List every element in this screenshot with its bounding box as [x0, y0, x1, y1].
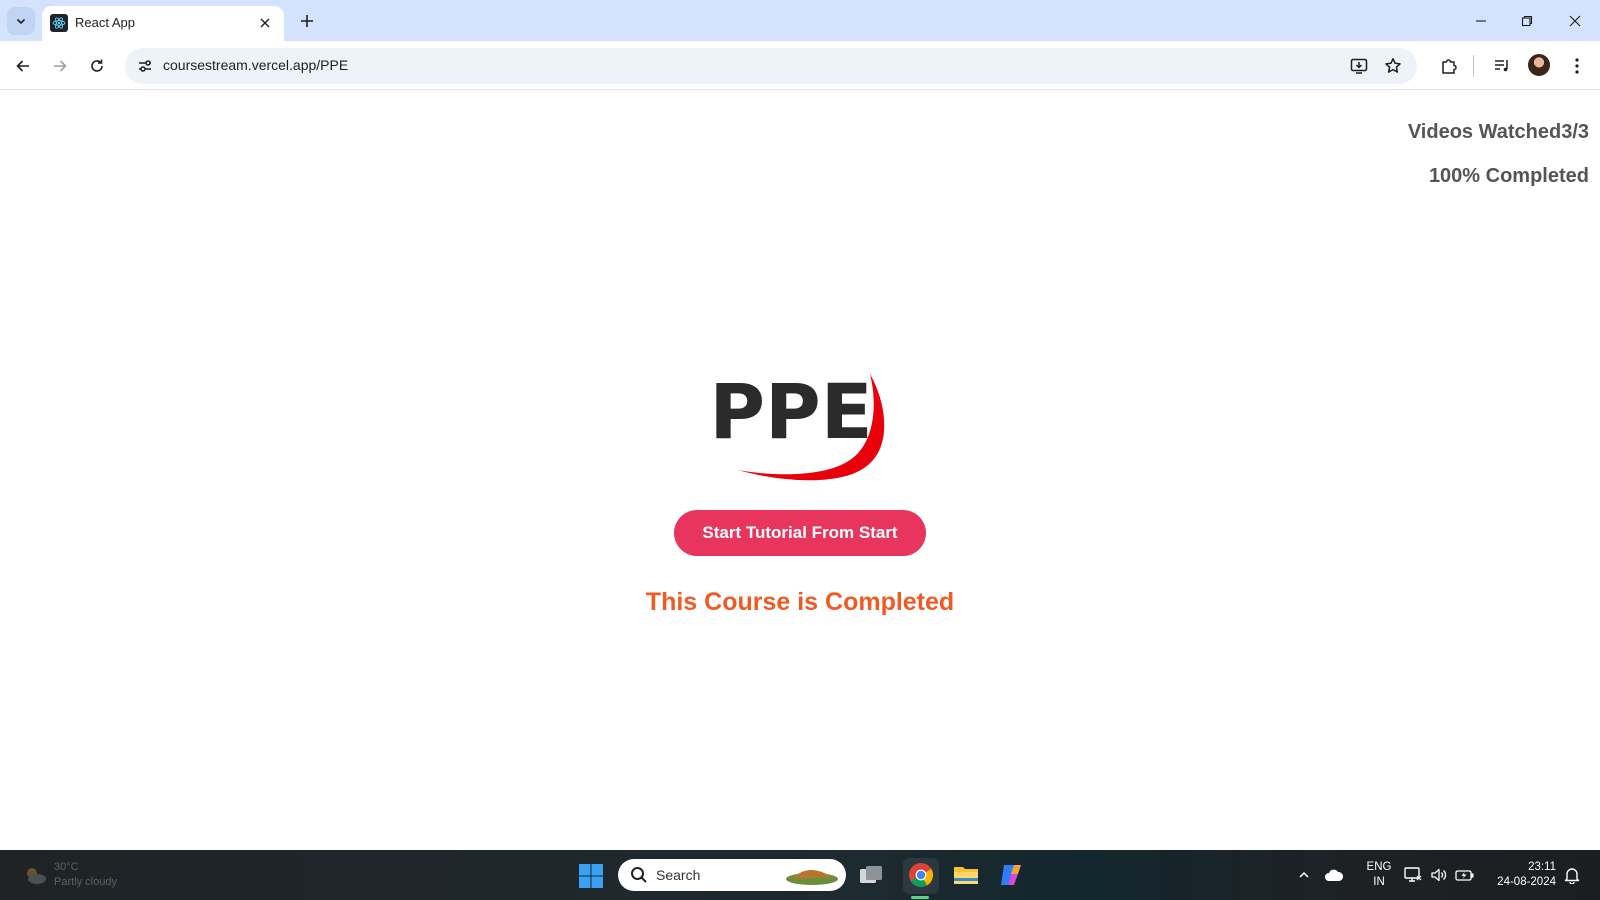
extensions-button[interactable] [1434, 51, 1464, 81]
clock-time: 23:11 [1528, 861, 1556, 873]
reload-button[interactable] [82, 51, 112, 81]
clock-date: 24-08-2024 [1497, 876, 1556, 888]
reload-icon [91, 59, 103, 72]
bell-icon [1564, 868, 1580, 884]
chrome-running-indicator [911, 896, 929, 899]
ppe-logo: PPE [709, 367, 885, 481]
restore-button[interactable] [1504, 6, 1550, 36]
task-view-icon [860, 866, 882, 883]
tab-search-button[interactable] [7, 7, 35, 35]
minimize-icon [1476, 20, 1486, 22]
puzzle-icon [1442, 59, 1457, 74]
arrow-right-icon [54, 60, 67, 72]
videos-watched-text: Videos Watched3/3 [1407, 121, 1589, 143]
back-button[interactable] [8, 51, 38, 81]
playlist-icon [1495, 60, 1508, 72]
menu-button[interactable] [1562, 51, 1592, 81]
search-label: Search [656, 867, 701, 883]
tab-close-button[interactable] [256, 14, 274, 32]
chrome-taskbar-button[interactable] [906, 860, 936, 890]
arrow-left-icon [16, 60, 29, 72]
browser-window: React App coursestream.vercel.app/PPE Vi… [0, 0, 1600, 900]
copilot-icon [1001, 865, 1021, 885]
language-indicator[interactable]: ENG IN [1364, 860, 1394, 890]
speaker-icon [1431, 868, 1447, 882]
network-tray-button[interactable] [1402, 864, 1424, 886]
tune-icon [139, 60, 151, 72]
battery-icon [1455, 870, 1474, 881]
close-icon [1569, 15, 1581, 27]
onedrive-tray-button[interactable] [1323, 864, 1345, 886]
course-completed-message: This Course is Completed [645, 588, 955, 616]
search-highlight-icon [786, 869, 838, 885]
bookmark-button[interactable] [1379, 52, 1407, 80]
battery-tray-button[interactable] [1454, 864, 1476, 886]
folder-icon [954, 867, 978, 884]
restore-icon [1521, 15, 1533, 27]
notifications-button[interactable] [1561, 864, 1583, 886]
tab-react-app[interactable]: React App [42, 6, 284, 41]
address-bar[interactable]: coursestream.vercel.app/PPE [125, 48, 1417, 84]
tab-strip: React App [0, 0, 1600, 41]
file-explorer-button[interactable] [951, 860, 981, 890]
more-vert-icon [1575, 58, 1579, 74]
weather-temperature: 30°C [54, 861, 79, 873]
progress-stats: Videos Watched3/3 100% Completed [1408, 119, 1589, 189]
close-window-button[interactable] [1552, 6, 1598, 36]
start-tutorial-button[interactable]: Start Tutorial From Start [674, 510, 926, 556]
network-icon [1404, 867, 1422, 882]
tab-title: React App [75, 15, 135, 30]
language-code: ENG [1366, 861, 1392, 873]
url-text: coursestream.vercel.app/PPE [163, 57, 349, 73]
weather-description: Partly cloudy [54, 876, 117, 888]
react-icon [50, 14, 68, 32]
search-icon [631, 867, 647, 883]
profile-avatar[interactable] [1528, 54, 1550, 76]
windows-start-icon[interactable] [578, 863, 604, 889]
system-clock[interactable]: 23:11 24-08-2024 [1480, 860, 1556, 890]
close-icon [260, 18, 270, 28]
weather-widget[interactable]: 30°C Partly cloudy [22, 860, 142, 892]
chevron-up-icon [1299, 871, 1309, 878]
logo-text: PPE [709, 367, 872, 456]
minimize-button[interactable] [1458, 6, 1504, 36]
windows-taskbar: 30°C Partly cloudy Search ENG IN 23:11 2… [0, 850, 1600, 900]
browser-toolbar: coursestream.vercel.app/PPE [0, 41, 1600, 90]
partly-cloudy-icon [27, 868, 46, 884]
task-view-button[interactable] [856, 860, 886, 890]
site-info-button[interactable] [131, 52, 159, 80]
volume-tray-button[interactable] [1428, 864, 1450, 886]
star-icon [1385, 58, 1401, 73]
toolbar-separator [1473, 55, 1474, 77]
language-region: IN [1373, 876, 1385, 888]
media-controls-button[interactable] [1487, 51, 1517, 81]
install-icon [1350, 58, 1368, 74]
cloud-icon [1325, 869, 1344, 881]
completion-percentage-text: 100% Completed [1428, 165, 1589, 187]
new-tab-button[interactable] [294, 8, 320, 34]
taskbar-search[interactable]: Search [618, 859, 846, 891]
chevron-down-icon [16, 18, 26, 25]
plus-icon [301, 15, 313, 27]
install-app-button[interactable] [1345, 52, 1373, 80]
chrome-icon [909, 863, 934, 888]
show-hidden-icons-button[interactable] [1293, 864, 1315, 886]
copilot-button[interactable] [996, 860, 1026, 890]
forward-button[interactable] [45, 51, 75, 81]
